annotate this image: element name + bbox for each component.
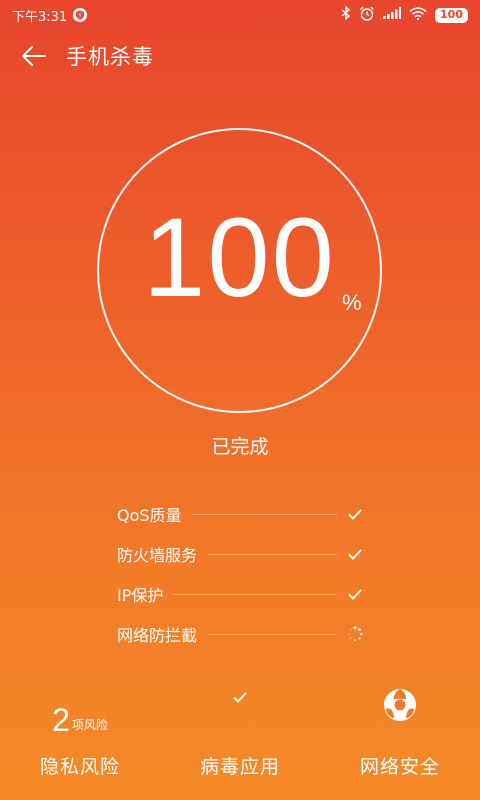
check-icon <box>347 546 363 562</box>
check-icon <box>233 688 247 707</box>
scan-status: 已完成 <box>211 436 269 458</box>
scan-percent-unit: % <box>342 290 362 315</box>
status-bar: 下午3:31 100 <box>0 0 480 30</box>
scan-progress-ring: 100 % <box>97 128 382 413</box>
bottom-summary: 2 项风险 隐私风险 病毒应用 网络安全 <box>0 680 480 800</box>
app-bar: 手机杀毒 <box>0 30 480 82</box>
alarm-icon <box>359 6 375 25</box>
wifi-icon <box>409 6 427 24</box>
bluetooth-icon <box>341 5 351 24</box>
check-item-firewall: 防火墙服务 <box>117 534 363 574</box>
check-label: 防火墙服务 <box>117 546 198 565</box>
check-icon <box>347 586 363 602</box>
scan-score: 100 <box>143 195 336 320</box>
loading-icon <box>347 626 363 642</box>
privacy-risk-unit: 项风险 <box>71 718 108 732</box>
privacy-risk-count: 2 <box>52 702 70 738</box>
status-time: 下午3:31 <box>12 9 68 25</box>
status-right: 100 <box>341 5 468 25</box>
virus-apps-label: 病毒应用 <box>199 756 280 778</box>
check-item-qos: QoS质量 <box>117 494 363 534</box>
network-security-label: 网络安全 <box>359 756 440 778</box>
virus-apps-panel[interactable]: 病毒应用 <box>160 680 320 779</box>
back-arrow-icon[interactable] <box>18 40 50 72</box>
divider-line <box>207 633 337 635</box>
divider-line <box>207 553 337 555</box>
privacy-risk-panel[interactable]: 2 项风险 隐私风险 <box>0 680 160 779</box>
check-label: IP保护 <box>117 586 164 605</box>
network-security-panel[interactable]: 网络安全 <box>320 680 480 779</box>
divider-line <box>191 513 337 515</box>
check-item-anti-intercept: 网络防拦截 <box>117 614 363 654</box>
page-title: 手机杀毒 <box>66 45 154 69</box>
network-ball-icon <box>383 688 417 726</box>
shield-icon <box>73 8 88 22</box>
divider-line <box>173 593 337 595</box>
battery-icon: 100 <box>435 7 468 23</box>
check-label: 网络防拦截 <box>117 626 198 645</box>
virus-apps-metric <box>160 680 320 736</box>
check-list: QoS质量 防火墙服务 IP保护 网络防拦截 <box>117 494 363 654</box>
status-left: 下午3:31 <box>12 6 88 25</box>
check-label: QoS质量 <box>117 506 182 525</box>
check-item-ip-protection: IP保护 <box>117 574 363 614</box>
privacy-risk-label: 隐私风险 <box>39 756 120 778</box>
signal-icon <box>383 7 402 23</box>
check-icon <box>347 506 363 522</box>
network-security-metric <box>320 680 480 736</box>
privacy-risk-metric: 2 项风险 <box>0 680 160 736</box>
